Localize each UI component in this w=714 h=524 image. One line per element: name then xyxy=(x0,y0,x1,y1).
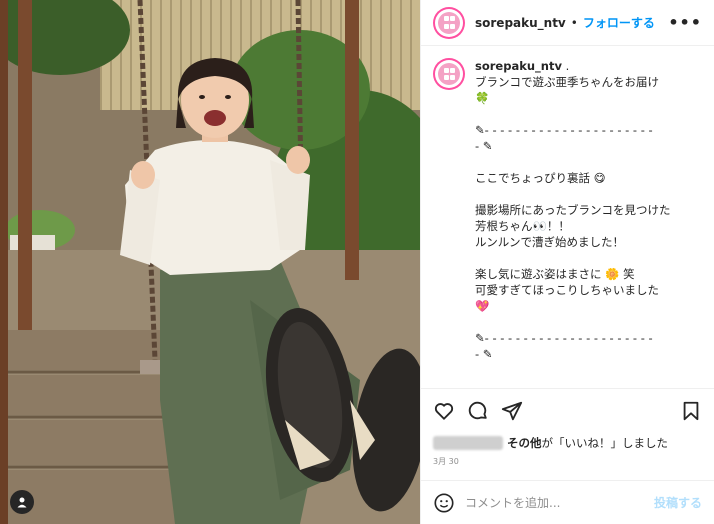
caption-line: 💖 xyxy=(475,299,490,313)
instagram-post: sorepaku_ntv • フォローする ••• sorepaku_ntv .… xyxy=(0,0,714,524)
caption-username-suffix: . xyxy=(565,59,570,73)
caption-username[interactable]: sorepaku_ntv xyxy=(475,59,562,73)
caption-avatar[interactable] xyxy=(433,58,465,90)
account-logo xyxy=(438,63,460,85)
post-date[interactable]: 3月 30 xyxy=(421,454,714,480)
caption-line: 楽し気に遊ぶ姿はまさに 🌼 笑 xyxy=(475,267,635,281)
caption-line: ルンルンで漕ぎ始めました！ xyxy=(475,235,625,249)
swing-photo-illustration xyxy=(0,0,420,524)
caption-line: - ✎ xyxy=(475,139,493,153)
share-button[interactable] xyxy=(501,400,523,422)
likes-summary: その他 が「いいね！」しました xyxy=(421,432,714,454)
more-options-button[interactable]: ••• xyxy=(668,13,702,32)
caption-line xyxy=(475,314,671,330)
like-button[interactable] xyxy=(433,400,455,422)
comment-bar: 投稿する xyxy=(421,480,714,524)
caption-line: 芳根ちゃん👀！！ xyxy=(475,219,570,233)
comment-input[interactable] xyxy=(465,495,654,510)
heart-icon xyxy=(434,402,454,420)
bookmark-icon xyxy=(683,401,699,420)
header-separator: • xyxy=(570,15,578,30)
caption-line: 可愛すぎてほっこりしちゃいました xyxy=(475,283,659,297)
caption-line xyxy=(475,106,671,122)
emoji-button[interactable] xyxy=(433,492,455,514)
likes-others-link[interactable]: その他 xyxy=(507,435,542,451)
comment-icon xyxy=(468,401,487,419)
caption-line: ✎- - - - - - - - - - - - - - - - - - - -… xyxy=(475,123,653,137)
action-bar xyxy=(421,388,714,432)
caption-line xyxy=(475,250,671,266)
caption-line: 🍀 xyxy=(475,91,490,105)
caption-line: 撮影場所にあったブランコを見つけた xyxy=(475,203,671,217)
comment-button[interactable] xyxy=(467,400,489,422)
person-icon xyxy=(17,497,27,508)
caption-line: - ✎ xyxy=(475,347,493,361)
caption-line xyxy=(475,186,671,202)
paper-plane-icon xyxy=(501,401,523,420)
smiley-icon xyxy=(434,492,454,513)
save-button[interactable] xyxy=(680,400,702,422)
caption-line: ブランコで遊ぶ亜季ちゃんをお届け xyxy=(475,75,659,89)
likes-text: が「いいね！」しました xyxy=(541,436,669,450)
account-avatar[interactable] xyxy=(433,6,465,39)
post-comment-button[interactable]: 投稿する xyxy=(654,494,702,511)
liker-username-blurred[interactable] xyxy=(433,436,503,450)
post-side-panel: sorepaku_ntv • フォローする ••• sorepaku_ntv .… xyxy=(420,0,714,524)
follow-button[interactable]: フォローする xyxy=(583,14,655,31)
post-header: sorepaku_ntv • フォローする ••• xyxy=(421,0,714,46)
header-username[interactable]: sorepaku_ntv xyxy=(475,16,566,30)
tagged-users-button[interactable] xyxy=(10,490,34,514)
caption-line: ここでちょっぴり裏話 😋 xyxy=(475,171,606,185)
account-logo xyxy=(438,11,460,34)
caption-line xyxy=(475,154,671,170)
caption-text: sorepaku_ntv . ブランコで遊ぶ亜季ちゃんをお届け 🍀 ✎- - - -… xyxy=(475,58,671,388)
caption-line: ✎- - - - - - - - - - - - - - - - - - - -… xyxy=(475,331,653,345)
caption-area: sorepaku_ntv . ブランコで遊ぶ亜季ちゃんをお届け 🍀 ✎- - - -… xyxy=(421,46,714,388)
post-photo[interactable] xyxy=(0,0,420,524)
